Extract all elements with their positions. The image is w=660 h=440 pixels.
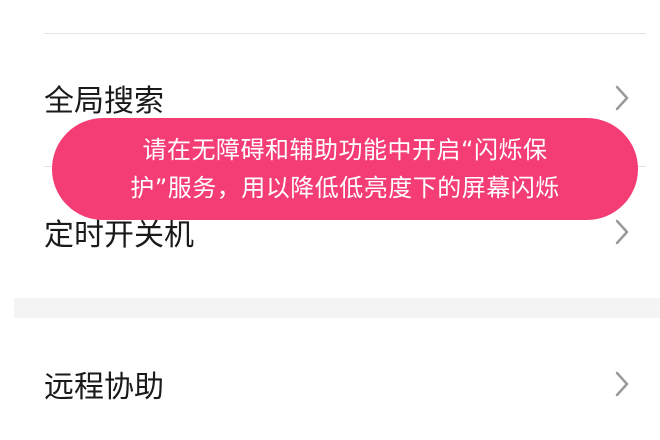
settings-item-label: 远程协助 [44, 370, 164, 405]
settings-item-remote-assist[interactable]: 远程协助 [0, 336, 660, 432]
toast-message: 请在无障碍和辅助功能中开启“闪烁保护”服务，用以降低低亮度下的屏幕闪烁 [130, 136, 560, 202]
chevron-right-icon [614, 218, 630, 246]
chevron-right-icon [614, 370, 630, 398]
chevron-right-icon [614, 84, 630, 112]
top-divider [44, 33, 646, 34]
toast-notification: 请在无障碍和辅助功能中开启“闪烁保护”服务，用以降低低亮度下的屏幕闪烁 [52, 118, 638, 220]
settings-item-label: 全局搜索 [44, 84, 164, 119]
settings-page: 全局搜索 定时开关机 远程协助 请在无障碍和辅助功能中开启“闪烁保护”服务，用以… [0, 0, 660, 440]
section-separator [14, 298, 660, 318]
